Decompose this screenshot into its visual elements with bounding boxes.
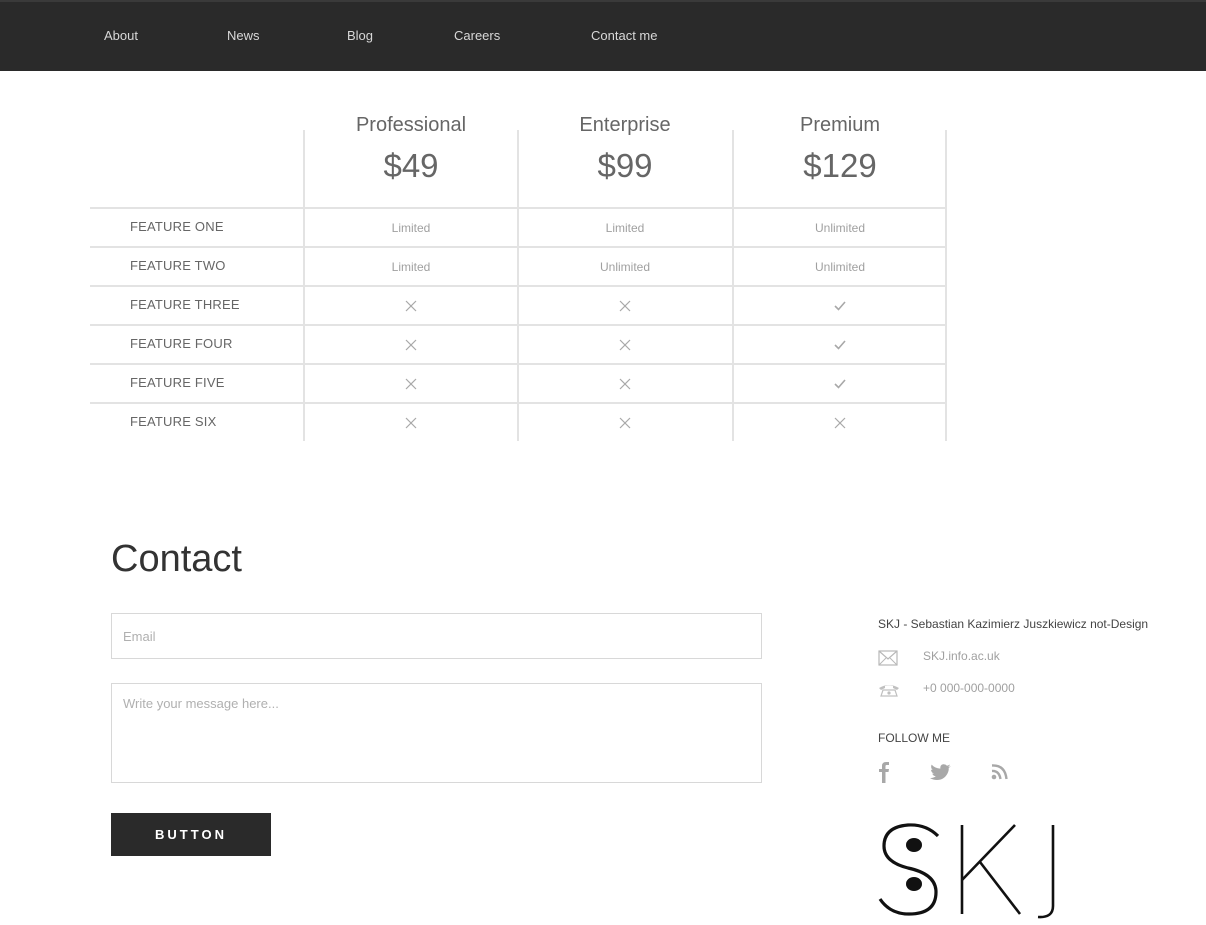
plan-enterprise: Enterprise $99	[518, 100, 732, 208]
feature-label: FEATURE FOUR	[130, 336, 233, 351]
submit-button[interactable]: BUTTON	[111, 813, 271, 856]
twitter-icon[interactable]	[930, 764, 952, 785]
x-icon	[518, 326, 732, 363]
plan-name: Premium	[799, 114, 880, 136]
nav-item-contact-me[interactable]: Contact me	[591, 28, 657, 43]
feature-label: FEATURE FIVE	[130, 375, 225, 390]
x-icon	[304, 287, 518, 324]
feature-value: Unlimited	[599, 259, 650, 274]
email-field[interactable]	[111, 613, 762, 659]
x-icon	[304, 365, 518, 402]
x-icon	[304, 326, 518, 363]
plan-professional: Professional $49	[304, 100, 518, 208]
feature-value: Limited	[391, 259, 431, 274]
x-icon	[518, 404, 732, 441]
pricing-table: Professional $49 Enterprise $99 Premium …	[90, 100, 947, 441]
plan-name: Professional	[355, 114, 467, 136]
plan-price: $99	[597, 147, 653, 184]
column-divider	[945, 130, 947, 441]
feature-label: FEATURE SIX	[130, 414, 217, 429]
plan-price: $129	[803, 147, 877, 184]
rss-icon[interactable]	[991, 764, 1011, 785]
column-divider	[517, 130, 519, 441]
phone-icon	[878, 683, 900, 702]
contact-heading: Contact	[111, 538, 242, 580]
plan-price: $49	[383, 147, 439, 184]
plan-premium: Premium $129	[733, 100, 947, 208]
feature-label: FEATURE ONE	[130, 219, 224, 234]
nav-item-news[interactable]: News	[227, 28, 260, 43]
envelope-icon	[878, 650, 898, 671]
x-icon	[304, 404, 518, 441]
feature-value: Unlimited	[814, 220, 865, 235]
contact-email[interactable]: SKJ.info.ac.uk	[923, 649, 1000, 663]
feature-value: Limited	[391, 220, 431, 235]
nav-item-blog[interactable]: Blog	[347, 28, 373, 43]
follow-heading: FOLLOW ME	[878, 731, 951, 745]
check-icon	[733, 326, 947, 363]
check-icon	[733, 287, 947, 324]
nav-item-about[interactable]: About	[104, 28, 138, 43]
column-divider	[303, 130, 305, 441]
skj-logo	[878, 822, 1060, 925]
facebook-icon[interactable]	[878, 761, 890, 788]
company-name: SKJ - Sebastian Kazimierz Juszkiewicz no…	[878, 617, 1149, 631]
column-divider	[732, 130, 734, 441]
nav-item-careers[interactable]: Careers	[454, 28, 500, 43]
feature-value: Unlimited	[814, 259, 865, 274]
x-icon	[518, 287, 732, 324]
contact-phone: +0 000-000-0000	[923, 681, 1015, 695]
feature-label: FEATURE TWO	[130, 258, 226, 273]
x-icon	[733, 404, 947, 441]
top-navbar: About News Blog Careers Contact me	[0, 0, 1206, 71]
check-icon	[733, 365, 947, 402]
x-icon	[518, 365, 732, 402]
plan-name: Enterprise	[579, 114, 671, 136]
feature-value: Limited	[605, 220, 645, 235]
feature-label: FEATURE THREE	[130, 297, 240, 312]
message-field[interactable]	[111, 683, 762, 783]
